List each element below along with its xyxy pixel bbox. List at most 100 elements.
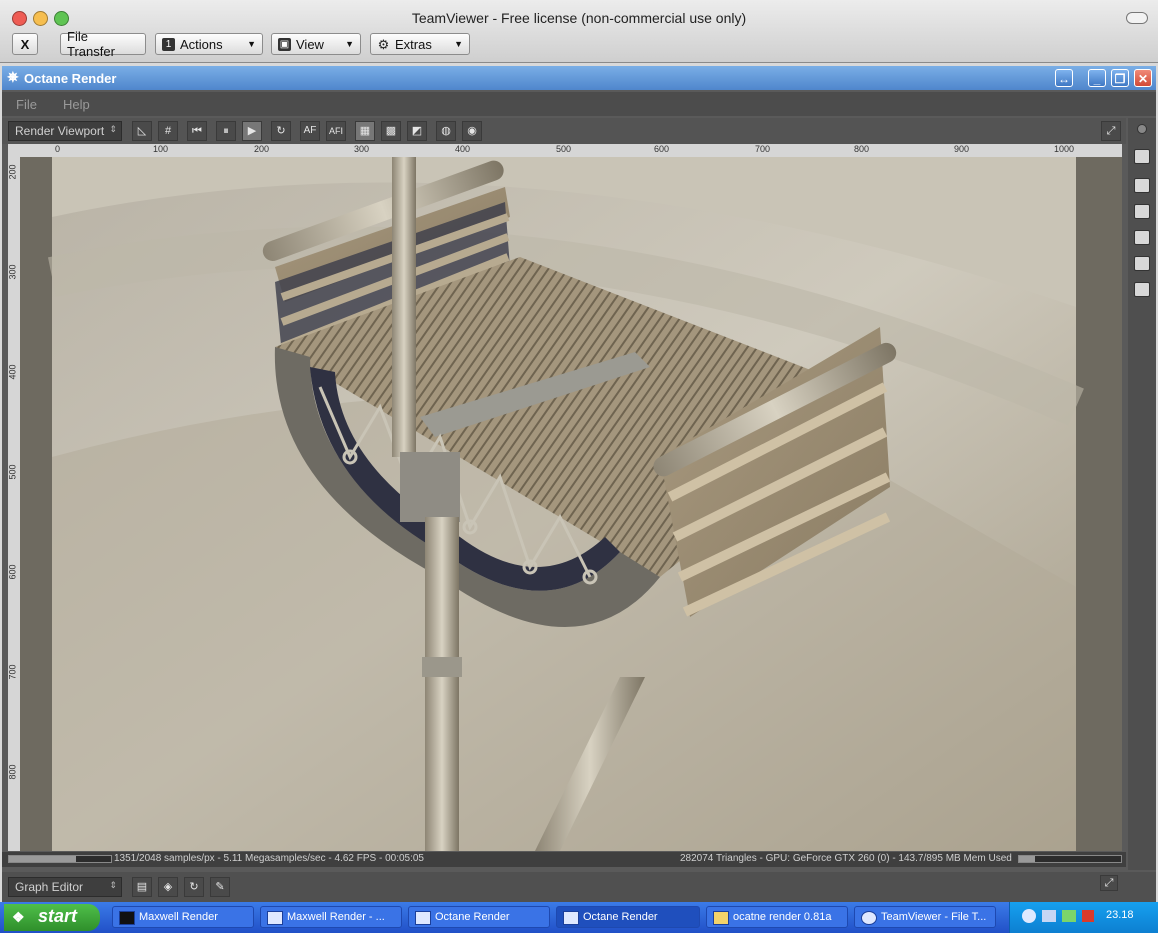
node-refresh-icon[interactable]: ↻ bbox=[184, 877, 204, 897]
extras-menu-button[interactable]: ⚙ Extras ▼ bbox=[370, 33, 470, 55]
ruler-tick-label: 500 bbox=[556, 144, 572, 154]
restart-icon[interactable]: ⏮ bbox=[187, 121, 207, 141]
node-folder-icon[interactable]: ▤ bbox=[132, 877, 152, 897]
sample-progress-bar bbox=[8, 855, 112, 863]
window-icon[interactable] bbox=[1134, 204, 1150, 219]
actions-label: Actions bbox=[180, 36, 223, 52]
gpu-stats: 282074 Triangles - GPU: GeForce GTX 260 … bbox=[680, 853, 1012, 864]
refresh-icon[interactable]: ↻ bbox=[271, 121, 291, 141]
save-image-icon[interactable]: ◍ bbox=[436, 121, 456, 141]
close-session-button[interactable]: X bbox=[12, 33, 38, 55]
grid-icon[interactable]: # bbox=[158, 121, 178, 141]
view-icon: ▣ bbox=[278, 37, 291, 51]
image-icon[interactable] bbox=[1134, 149, 1150, 164]
taskbar-item-label: Maxwell Render - ... bbox=[287, 911, 385, 923]
pause-icon[interactable]: ⏸ bbox=[216, 121, 236, 141]
taskbar-item[interactable]: Maxwell Render bbox=[112, 906, 254, 928]
dock-dot-icon[interactable] bbox=[1137, 124, 1147, 134]
graph-editor-bar: Graph Editor ⇕ ▤ ◈ ↻ ✎ ⤢ bbox=[2, 872, 1156, 902]
teamviewer-titlebar: TeamViewer - Free license (non-commercia… bbox=[0, 0, 1158, 63]
console-icon bbox=[119, 911, 135, 925]
taskbar-item[interactable]: ocatne render 0.81a bbox=[706, 906, 848, 928]
status-bar: 1351/2048 samples/px - 5.11 Megasamples/… bbox=[2, 852, 1126, 867]
ruler-tick-label: 300 bbox=[7, 264, 18, 280]
ruler-tick-label: 600 bbox=[654, 144, 670, 154]
toolbar-toggle-button[interactable] bbox=[1126, 12, 1148, 24]
ruler-tick-label: 800 bbox=[854, 144, 870, 154]
camera-icon[interactable] bbox=[1134, 178, 1150, 193]
taskbar-item[interactable]: Octane Render bbox=[408, 906, 550, 928]
restore-icon[interactable]: ❐ bbox=[1111, 69, 1129, 87]
gear-icon: ⚙ bbox=[377, 36, 390, 52]
octane-titlebar: ✵ Octane Render ↔ _ ❐ ✕ bbox=[2, 66, 1156, 90]
viewport-mode-select[interactable]: Render Viewport ⇕ bbox=[8, 121, 122, 141]
fullscreen-icon[interactable]: ⤢ bbox=[1101, 121, 1121, 141]
maxwell-icon bbox=[267, 911, 283, 925]
view-label: View bbox=[296, 36, 324, 52]
close-icon[interactable]: ✕ bbox=[1134, 69, 1152, 87]
export-icon[interactable]: ◉ bbox=[462, 121, 482, 141]
autofocus-interactive-button[interactable]: AFI bbox=[326, 121, 346, 141]
ruler-tick-label: 300 bbox=[354, 144, 370, 154]
ruler-tick-label: 900 bbox=[954, 144, 970, 154]
taskbar-item-active[interactable]: Octane Render bbox=[556, 906, 700, 928]
actions-menu-button[interactable]: 1 Actions ▼ bbox=[155, 33, 263, 55]
start-label: start bbox=[38, 906, 78, 926]
taskbar-item-label: Octane Render bbox=[583, 911, 658, 923]
graph-editor-label: Graph Editor bbox=[15, 880, 84, 894]
ruler-tick-label: 800 bbox=[7, 764, 18, 780]
memory-progress-fill bbox=[1019, 856, 1036, 862]
teamviewer-icon bbox=[861, 911, 877, 925]
menu-file[interactable]: File bbox=[16, 97, 37, 112]
octane-logo-icon bbox=[415, 911, 431, 925]
chevron-left-icon[interactable] bbox=[1022, 909, 1036, 923]
node-load-icon[interactable]: ◈ bbox=[158, 877, 178, 897]
octane-window-title: Octane Render bbox=[24, 71, 117, 86]
ruler-tick-label: 600 bbox=[7, 564, 18, 580]
graph-editor-select[interactable]: Graph Editor ⇕ bbox=[8, 877, 122, 897]
taskbar: ❖ start Maxwell Render Maxwell Render - … bbox=[0, 902, 1158, 933]
file-transfer-button[interactable]: File Transfer bbox=[60, 29, 146, 59]
ruler-tick-label: 700 bbox=[7, 664, 18, 680]
ruler-tick-label: 0 bbox=[55, 144, 61, 154]
minimize-icon[interactable]: _ bbox=[1088, 69, 1106, 87]
antivirus-icon[interactable] bbox=[1082, 910, 1094, 922]
play-icon[interactable]: ▶ bbox=[242, 121, 262, 141]
picture-icon[interactable] bbox=[1134, 256, 1150, 271]
right-dock bbox=[1128, 118, 1156, 870]
node-tool-icon[interactable]: ✎ bbox=[210, 877, 230, 897]
menu-help[interactable]: Help bbox=[63, 97, 90, 112]
expand-icon[interactable]: ⤢ bbox=[1100, 875, 1118, 891]
updown-arrow-icon: ⇕ bbox=[109, 880, 117, 890]
ruler-top: 0 100 200 300 400 500 600 700 800 900 10… bbox=[8, 144, 1122, 158]
monitor-icon[interactable] bbox=[1062, 910, 1076, 922]
swap-arrows-icon[interactable]: ↔ bbox=[1055, 69, 1073, 87]
settings-icon[interactable] bbox=[1134, 282, 1150, 297]
taskbar-item-label: Maxwell Render bbox=[139, 911, 218, 923]
chevron-down-icon: ▼ bbox=[247, 39, 256, 49]
updown-arrow-icon: ⇕ bbox=[109, 124, 117, 134]
view-menu-button[interactable]: ▣ View ▼ bbox=[271, 33, 361, 55]
ruler-tool-icon[interactable]: ◺ bbox=[132, 121, 152, 141]
render-viewport[interactable] bbox=[20, 157, 1122, 851]
chevron-down-icon: ▼ bbox=[345, 39, 354, 49]
taskbar-item[interactable]: TeamViewer - File T... bbox=[854, 906, 996, 928]
system-tray: 23.18 bbox=[1009, 902, 1158, 933]
display-fill-icon[interactable]: ▦ bbox=[355, 121, 375, 141]
autofocus-button[interactable]: AF bbox=[300, 121, 320, 141]
render-image bbox=[20, 157, 1122, 851]
network-icon[interactable] bbox=[1042, 910, 1056, 922]
ruler-tick-label: 1000 bbox=[1054, 144, 1075, 154]
environment-icon[interactable] bbox=[1134, 230, 1150, 245]
ruler-tick-label: 400 bbox=[455, 144, 471, 154]
checker-icon[interactable]: ▩ bbox=[381, 121, 401, 141]
taskbar-item[interactable]: Maxwell Render - ... bbox=[260, 906, 402, 928]
ruler-tick-label: 200 bbox=[254, 144, 270, 154]
memory-progress-bar bbox=[1018, 855, 1122, 863]
ruler-tick-label: 100 bbox=[153, 144, 169, 154]
taskbar-item-label: TeamViewer - File T... bbox=[881, 911, 987, 923]
taskbar-item-label: Octane Render bbox=[435, 911, 510, 923]
alpha-icon[interactable]: ◩ bbox=[407, 121, 427, 141]
start-button[interactable]: ❖ start bbox=[4, 904, 100, 931]
ruler-tick-label: 700 bbox=[755, 144, 771, 154]
